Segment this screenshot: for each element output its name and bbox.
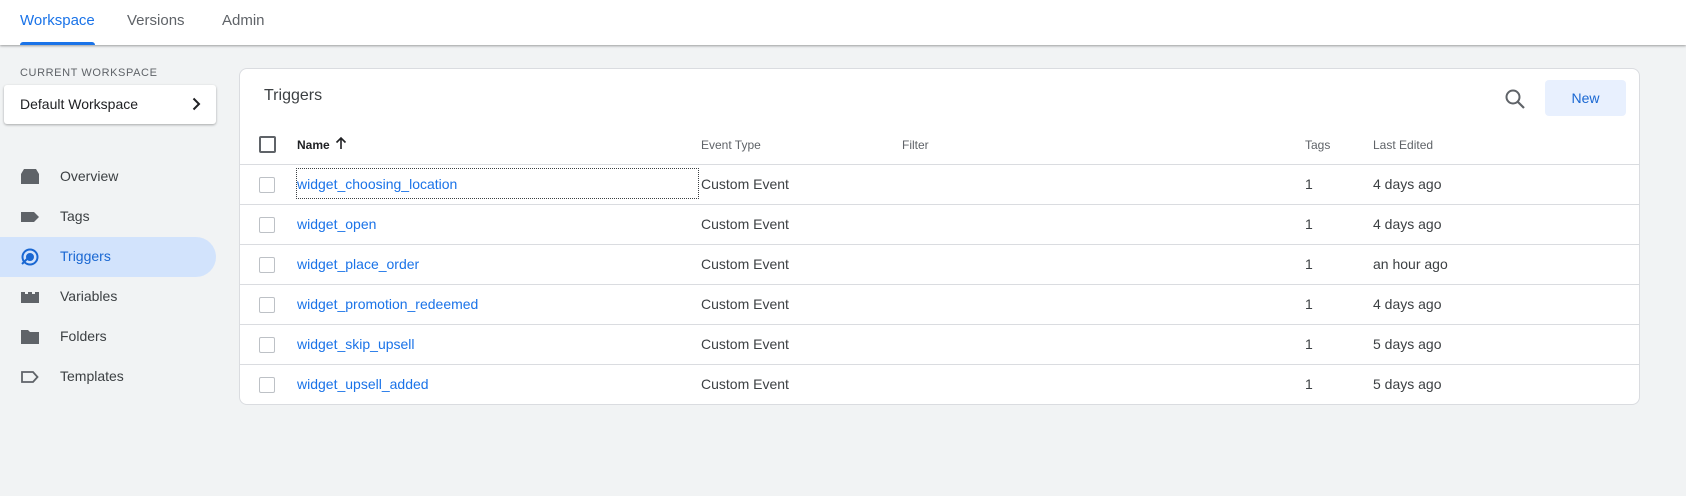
trigger-name-link[interactable]: widget_upsell_added — [297, 376, 429, 392]
sidebar-item-label: Templates — [60, 368, 124, 384]
row-checkbox[interactable] — [259, 377, 275, 393]
sidebar-item-overview[interactable]: Overview — [0, 157, 216, 197]
last-edited-cell: 5 days ago — [1373, 376, 1442, 392]
event-type-cell: Custom Event — [701, 216, 789, 232]
overview-icon — [21, 169, 39, 184]
sidebar-item-folders[interactable]: Folders — [0, 317, 216, 357]
tags-count-cell: 1 — [1305, 336, 1313, 352]
trigger-name-link[interactable]: widget_open — [297, 216, 376, 232]
row-checkbox[interactable] — [259, 177, 275, 193]
tags-count-cell: 1 — [1305, 176, 1313, 192]
active-tab-indicator — [20, 42, 95, 45]
sidebar-item-label: Triggers — [60, 248, 111, 264]
event-type-cell: Custom Event — [701, 256, 789, 272]
sidebar-item-templates[interactable]: Templates — [0, 357, 216, 397]
trigger-name-link[interactable]: widget_promotion_redeemed — [297, 296, 478, 312]
column-header-last-edited: Last Edited — [1373, 138, 1434, 152]
tag-icon — [21, 212, 39, 222]
last-edited-cell: 4 days ago — [1373, 216, 1442, 232]
tab-versions-label: Versions — [127, 12, 185, 29]
select-all-checkbox[interactable] — [259, 136, 276, 153]
table-row[interactable]: widget_choosing_location Custom Event 1 … — [240, 164, 1639, 204]
sidebar-item-label: Variables — [60, 288, 118, 304]
table-row[interactable]: widget_open Custom Event 1 4 days ago — [240, 204, 1639, 244]
table-row[interactable]: widget_skip_upsell Custom Event 1 5 days… — [240, 324, 1639, 364]
event-type-cell: Custom Event — [701, 296, 789, 312]
tags-count-cell: 1 — [1305, 216, 1313, 232]
folder-icon — [21, 330, 39, 344]
sidebar-item-label: Tags — [60, 208, 90, 224]
search-icon[interactable] — [1502, 86, 1528, 112]
column-header-name[interactable]: Name — [297, 138, 330, 152]
last-edited-cell: 4 days ago — [1373, 296, 1442, 312]
last-edited-cell: 5 days ago — [1373, 336, 1442, 352]
last-edited-cell: an hour ago — [1373, 256, 1448, 272]
tags-count-cell: 1 — [1305, 376, 1313, 392]
tab-workspace-label: Workspace — [20, 12, 95, 29]
row-checkbox[interactable] — [259, 297, 275, 313]
row-checkbox[interactable] — [259, 217, 275, 233]
tab-workspace[interactable]: Workspace — [20, 0, 95, 45]
row-checkbox[interactable] — [259, 337, 275, 353]
sidebar-item-label: Overview — [60, 168, 119, 184]
trigger-name-link[interactable]: widget_skip_upsell — [297, 336, 415, 352]
template-icon — [21, 371, 39, 383]
triggers-card: Triggers New Name Event Type Filter Tags… — [239, 68, 1640, 405]
new-button[interactable]: New — [1545, 80, 1626, 116]
event-type-cell: Custom Event — [701, 376, 789, 392]
tab-admin[interactable]: Admin — [222, 0, 265, 45]
sidebar-item-variables[interactable]: Variables — [0, 277, 216, 317]
row-checkbox[interactable] — [259, 257, 275, 273]
variables-icon — [21, 292, 39, 303]
trigger-icon — [21, 248, 39, 266]
workspace-selector[interactable]: Default Workspace — [4, 85, 216, 124]
column-header-filter: Filter — [902, 138, 929, 152]
current-workspace-label: CURRENT WORKSPACE — [20, 67, 158, 79]
sidebar-item-triggers[interactable]: Triggers — [0, 237, 216, 277]
tab-admin-label: Admin — [222, 12, 265, 29]
table-row[interactable]: widget_promotion_redeemed Custom Event 1… — [240, 284, 1639, 324]
event-type-cell: Custom Event — [701, 336, 789, 352]
table-row[interactable]: widget_upsell_added Custom Event 1 5 day… — [240, 364, 1639, 404]
last-edited-cell: 4 days ago — [1373, 176, 1442, 192]
trigger-name-link[interactable]: widget_place_order — [297, 256, 419, 272]
table-row[interactable]: widget_place_order Custom Event 1 an hou… — [240, 244, 1639, 284]
chevron-right-icon — [192, 97, 201, 111]
page-title: Triggers — [264, 87, 323, 104]
top-navigation: Workspace Versions Admin — [0, 0, 1686, 45]
arrow-up-icon[interactable] — [334, 136, 348, 150]
workspace-name: Default Workspace — [20, 96, 139, 112]
sidebar-item-label: Folders — [60, 328, 107, 344]
tags-count-cell: 1 — [1305, 296, 1313, 312]
tab-versions[interactable]: Versions — [127, 0, 185, 45]
trigger-name-link[interactable]: widget_choosing_location — [297, 176, 457, 192]
event-type-cell: Custom Event — [701, 176, 789, 192]
tags-count-cell: 1 — [1305, 256, 1313, 272]
column-header-tags: Tags — [1305, 138, 1331, 152]
sidebar-item-tags[interactable]: Tags — [0, 197, 216, 237]
column-header-event-type: Event Type — [701, 138, 761, 152]
